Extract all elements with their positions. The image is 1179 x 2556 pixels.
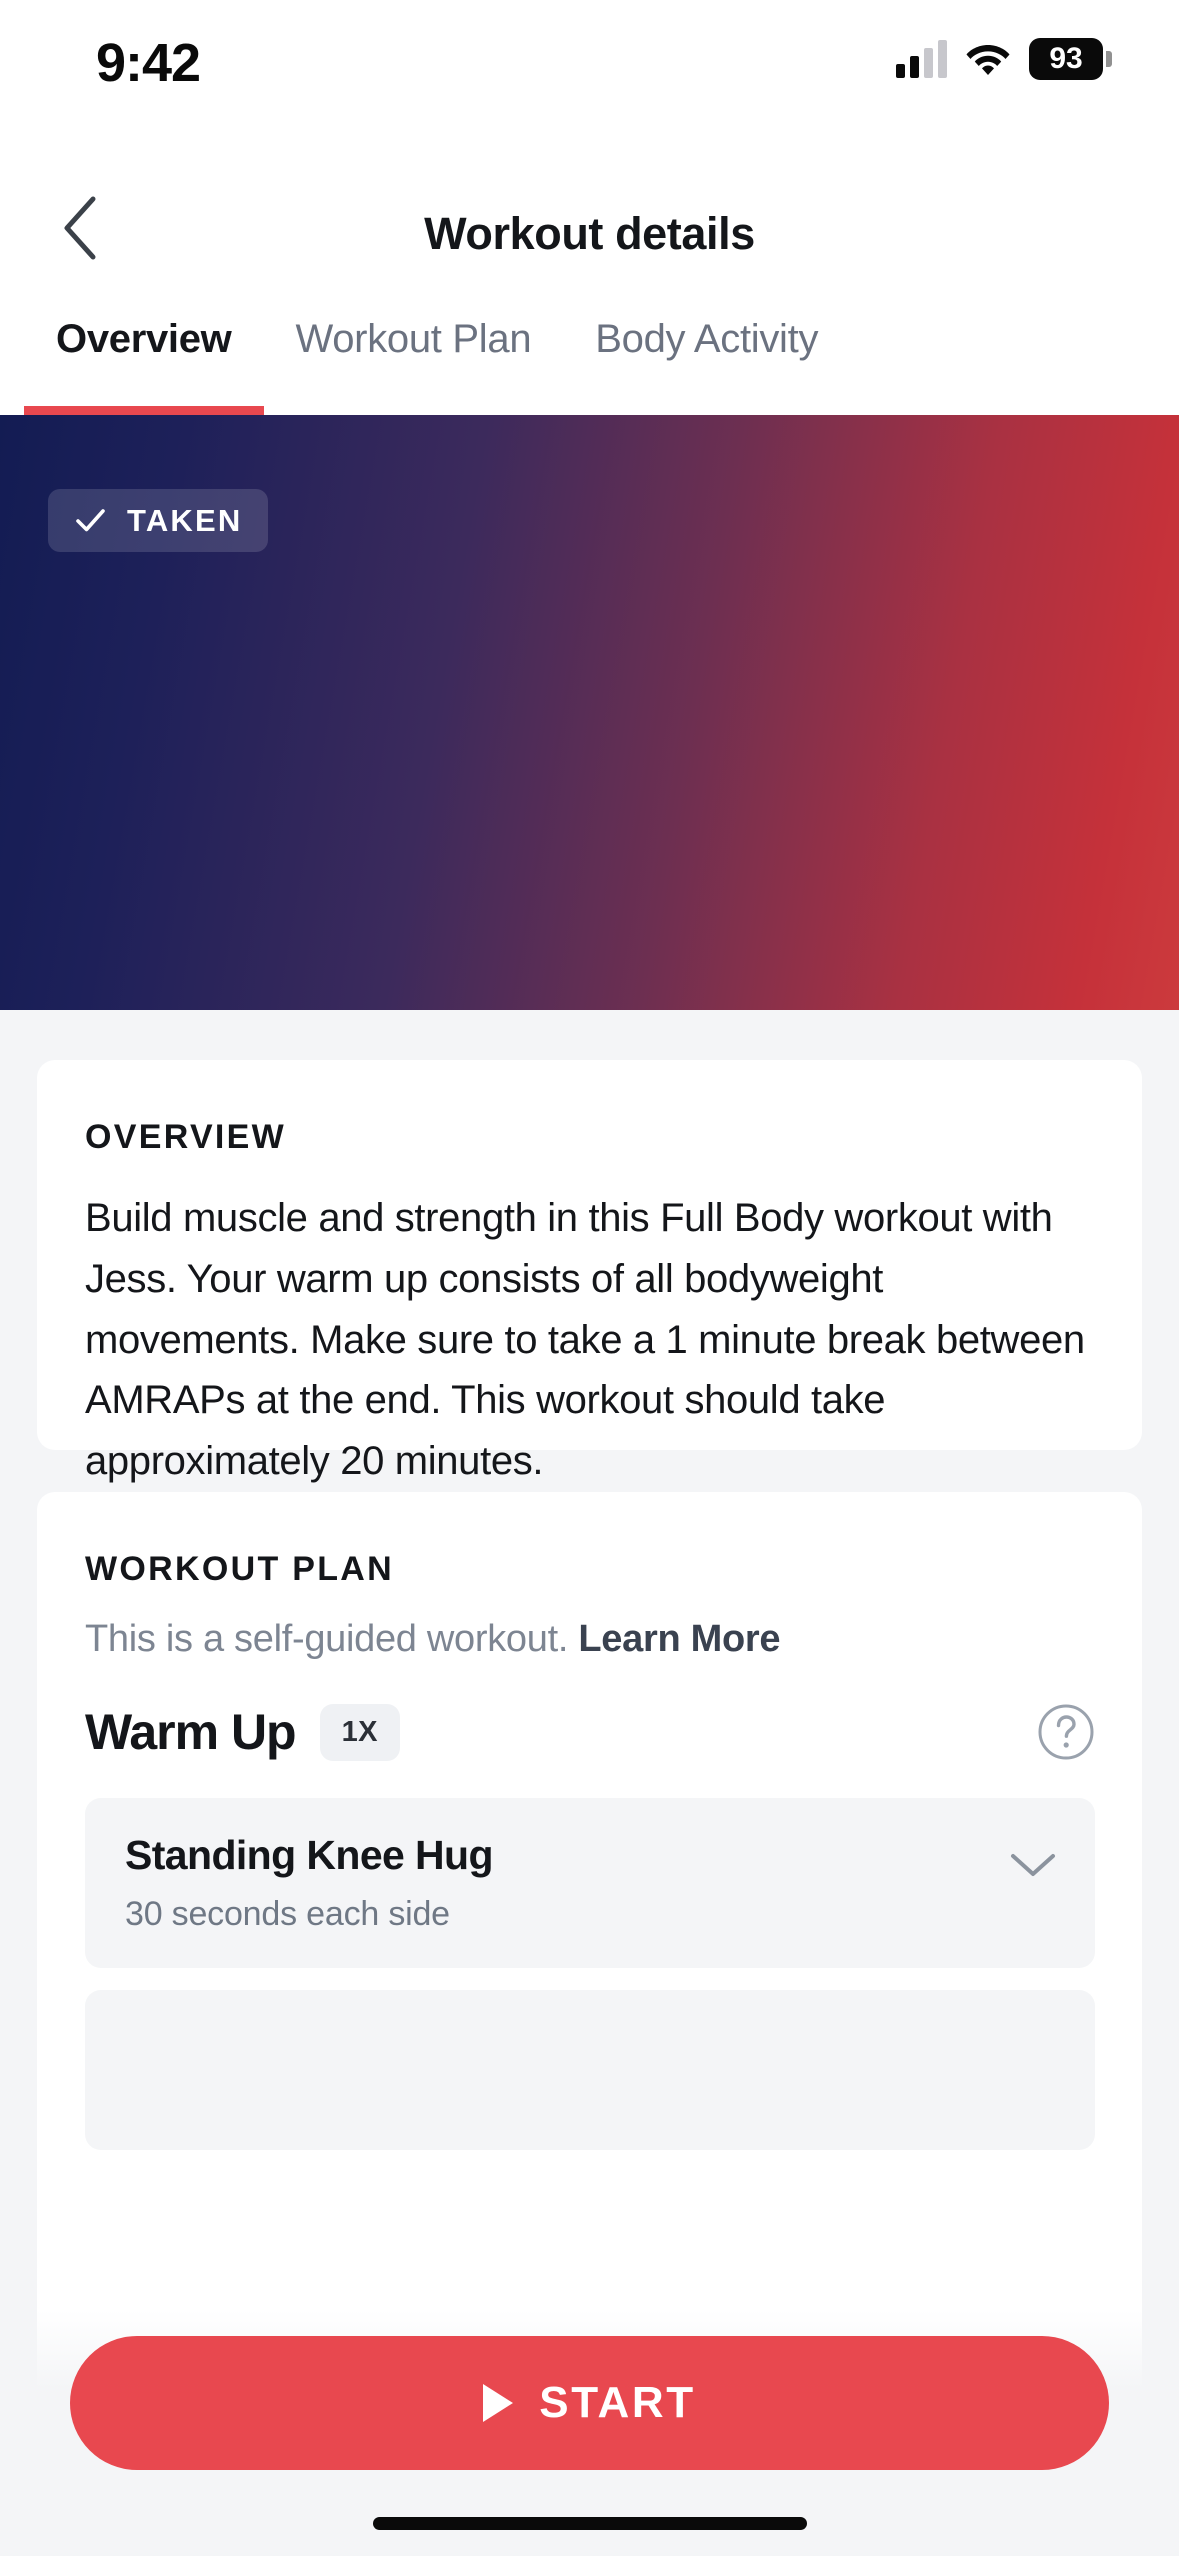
nav-bar: Workout details [0,150,1179,305]
exercise-row[interactable]: Standing Knee Hug 30 seconds each side [85,1798,1095,1968]
exercise-row[interactable] [85,1990,1095,2150]
status-badge-taken: TAKEN [48,489,269,552]
status-bar: 9:42 93 [0,0,1179,150]
play-icon [483,2384,514,2422]
status-bar-time: 9:42 [96,33,201,93]
tab-overview[interactable]: Overview [24,305,264,415]
overview-description: Build muscle and strength in this Full B… [85,1196,1085,1484]
workout-hero-banner: TAKEN INTERMEDIATE 05/09/23 20 min Full … [0,415,1179,1010]
block-header-warm-up: Warm Up 1X [85,1689,1095,1775]
battery-level: 93 [1049,42,1083,75]
tab-bar: Overview Workout Plan Body Activity [0,305,1179,415]
help-circle-icon[interactable] [1037,1703,1095,1761]
block-reps-badge: 1X [319,1703,400,1761]
status-bar-indicators: 93 [896,38,1112,80]
home-indicator[interactable] [372,2517,807,2530]
overview-kicker: OVERVIEW [85,1118,287,1156]
tab-workout-plan[interactable]: Workout Plan [264,305,564,415]
self-guided-note-text: This is a self-guided workout. [85,1618,579,1660]
exercise-list: Standing Knee Hug 30 seconds each side [85,1798,1095,2172]
start-button[interactable]: START [70,2336,1109,2470]
exercise-detail: 30 seconds each side [125,1895,450,1933]
self-guided-note: This is a self-guided workout. Learn Mor… [85,1618,781,1661]
tab-body-activity[interactable]: Body Activity [563,305,850,415]
status-badge-label: TAKEN [127,502,243,538]
chevron-down-icon[interactable] [1009,1850,1057,1880]
page-title: Workout details [424,208,755,259]
wifi-icon [965,39,1011,80]
cellular-signal-icon [896,40,947,78]
block-title: Warm Up [85,1704,297,1760]
bottom-action-bar: START [0,2310,1179,2556]
learn-more-link[interactable]: Learn More [578,1618,780,1660]
workout-plan-kicker: WORKOUT PLAN [85,1550,395,1588]
overview-card: OVERVIEW Build muscle and strength in th… [37,1060,1142,1582]
exercise-name: Standing Knee Hug [125,1832,494,1878]
workout-details-screen: 9:42 93 Workout details Overview Workout… [0,0,1179,2556]
start-button-label: START [539,2378,696,2427]
check-icon [76,509,105,532]
battery-icon: 93 [1029,38,1112,80]
